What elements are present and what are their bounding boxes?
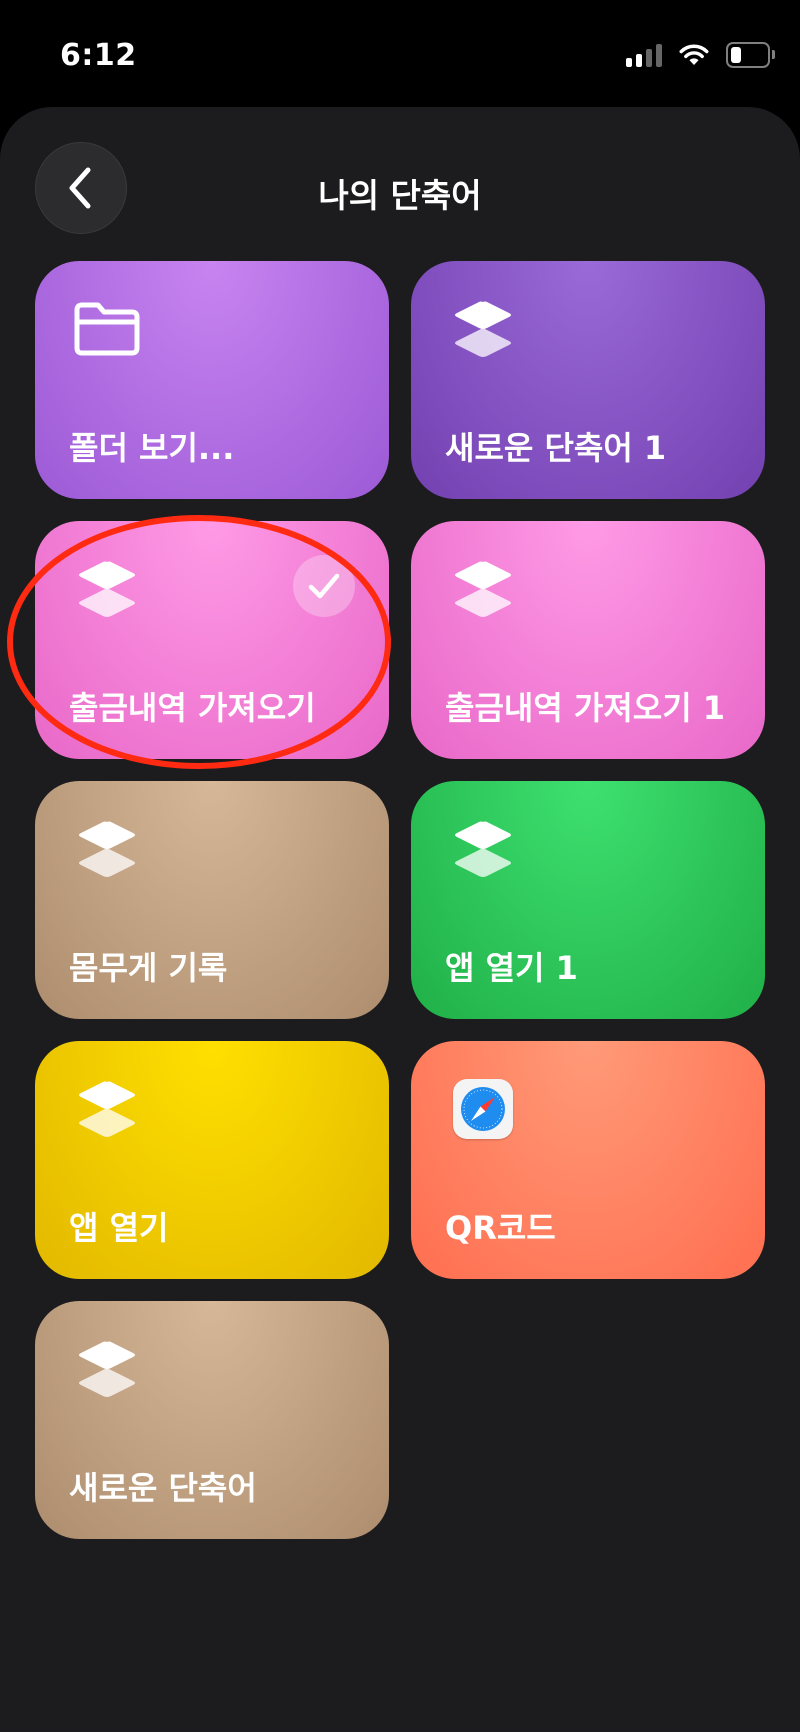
shortcut-label: 앱 열기 1 — [445, 949, 578, 987]
checkmark-icon — [293, 555, 355, 617]
status-icons — [626, 42, 775, 68]
shortcut-tile[interactable]: 앱 열기 — [35, 1041, 389, 1279]
stack-icon — [71, 553, 143, 625]
shortcut-tile[interactable]: 출금내역 가져오기 1 — [411, 521, 765, 759]
shortcut-tile[interactable]: 앱 열기 1 — [411, 781, 765, 1019]
shortcut-label: 몸무게 기록 — [69, 949, 228, 987]
stack-icon — [447, 553, 519, 625]
shortcut-tile[interactable]: QR코드 — [411, 1041, 765, 1279]
status-bar: 6:12 — [0, 0, 800, 100]
shortcut-label: 출금내역 가져오기 — [69, 689, 316, 727]
page-title: 나의 단축어 — [318, 176, 482, 215]
wifi-icon — [679, 44, 709, 65]
stack-icon — [447, 813, 519, 885]
shortcuts-sheet: 나의 단축어 폴더 보기... 새로운 단축어 1 출금내역 가져오기 출금내역 가져… — [0, 107, 800, 1732]
status-time: 6:12 — [60, 38, 137, 73]
battery-fill — [731, 47, 741, 63]
shortcut-tile[interactable]: 폴더 보기... — [35, 261, 389, 499]
stack-icon — [71, 1073, 143, 1145]
folder-icon — [71, 293, 143, 365]
stack-icon — [71, 813, 143, 885]
stack-icon — [447, 293, 519, 365]
shortcut-label: 앱 열기 — [69, 1209, 169, 1247]
shortcut-label: 출금내역 가져오기 1 — [445, 689, 726, 727]
cellular-signal-icon — [626, 43, 662, 67]
shortcut-label: 새로운 단축어 — [69, 1469, 257, 1507]
battery-icon — [726, 42, 775, 68]
shortcut-tile[interactable]: 새로운 단축어 1 — [411, 261, 765, 499]
shortcut-tile[interactable]: 몸무게 기록 — [35, 781, 389, 1019]
stack-icon — [71, 1333, 143, 1405]
safari-icon — [447, 1073, 519, 1145]
screen: 6:12 나의 단축어 폴더 보기... 새로운 단축어 1 출금내역 가져오기… — [0, 0, 800, 1732]
shortcut-label: 새로운 단축어 1 — [445, 429, 667, 467]
shortcut-tile[interactable]: 출금내역 가져오기 — [35, 521, 389, 759]
shortcut-tile[interactable]: 새로운 단축어 — [35, 1301, 389, 1539]
shortcut-label: 폴더 보기... — [69, 429, 235, 467]
shortcut-label: QR코드 — [445, 1209, 556, 1247]
